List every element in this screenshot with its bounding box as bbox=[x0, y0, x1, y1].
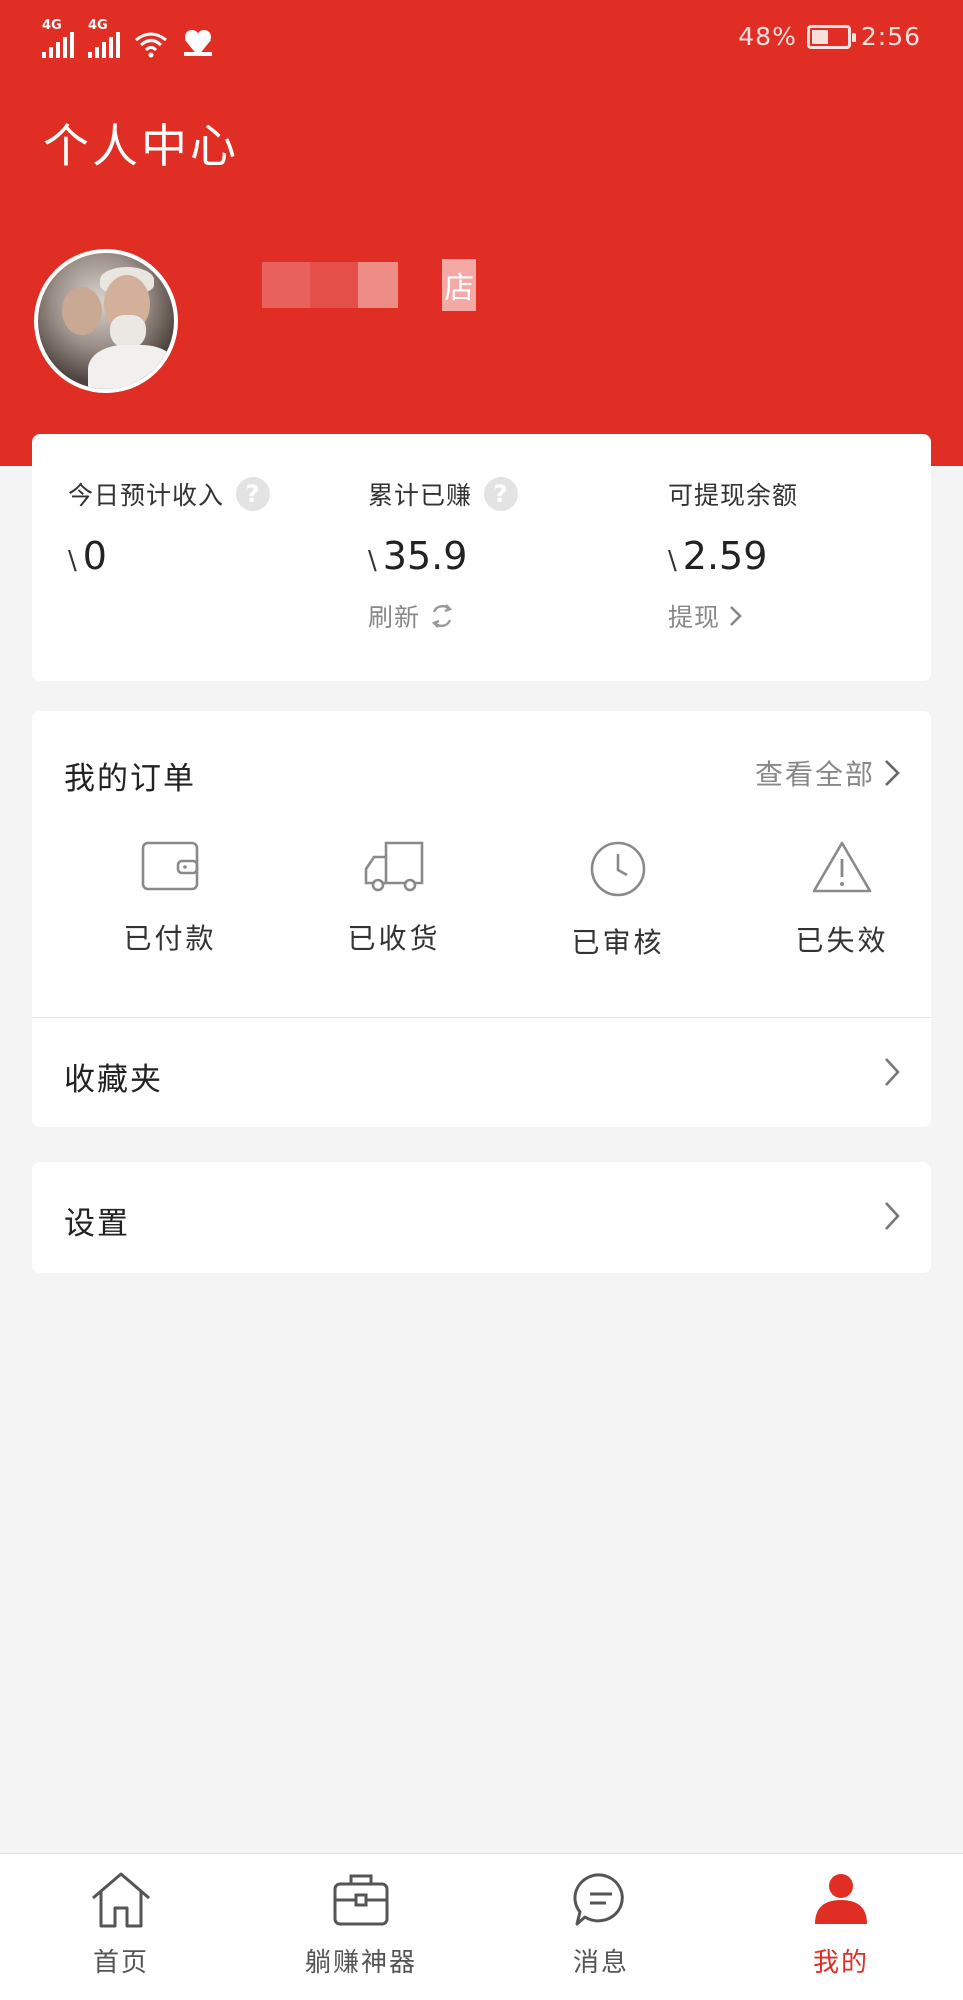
chevron-right-icon bbox=[885, 760, 900, 786]
status-icons-right: 48% 2:56 bbox=[738, 22, 921, 51]
wifi-icon bbox=[135, 32, 167, 58]
refresh-label: 刷新 bbox=[368, 603, 421, 632]
shop-name-suffix: 店 bbox=[442, 259, 476, 311]
help-icon[interactable]: ? bbox=[484, 477, 519, 511]
orders-title: 我的订单 bbox=[64, 761, 196, 797]
today-earnings: 今日预计收入 ? \ 0 bbox=[68, 476, 271, 578]
today-earnings-value: 0 bbox=[82, 534, 107, 578]
signal-icon: 4G bbox=[42, 18, 74, 58]
home-icon bbox=[92, 1872, 150, 1928]
settings-label: 设置 bbox=[64, 1206, 130, 1242]
tab-home[interactable]: 首页 bbox=[21, 1870, 221, 1979]
help-icon[interactable]: ? bbox=[236, 477, 271, 511]
tab-tools[interactable]: 躺赚神器 bbox=[261, 1870, 461, 1979]
refresh-button[interactable]: 刷新 bbox=[368, 598, 518, 634]
clock-icon bbox=[590, 841, 646, 897]
status-bar: 4G 4G 48% 2:56 bbox=[0, 0, 963, 76]
withdraw-label: 提现 bbox=[668, 603, 721, 632]
tab-profile-label: 我的 bbox=[812, 1948, 869, 1978]
truck-icon bbox=[364, 841, 424, 892]
total-earnings: 累计已赚 ? \ 35.9 刷新 bbox=[368, 476, 519, 634]
view-all-label: 查看全部 bbox=[754, 758, 875, 791]
orders-card: 我的订单 查看全部 已付款 已收货 已审核 已失效 bbox=[32, 711, 931, 1017]
tab-home-label: 首页 bbox=[92, 1948, 149, 1978]
favorites-row[interactable]: 收藏夹 bbox=[32, 1017, 931, 1127]
status-icons-left: 4G 4G bbox=[42, 18, 214, 58]
favorites-label: 收藏夹 bbox=[64, 1062, 163, 1098]
total-earnings-label: 累计已赚 bbox=[368, 481, 473, 510]
tab-messages-label: 消息 bbox=[572, 1948, 629, 1978]
currency-symbol: \ bbox=[368, 546, 377, 576]
network-type-label: 4G bbox=[42, 18, 62, 33]
chevron-right-icon bbox=[885, 1202, 900, 1230]
redacted-text bbox=[358, 262, 398, 308]
bottom-tab-bar: 首页 躺赚神器 消息 我的 bbox=[0, 1853, 963, 2000]
total-earnings-value: 35.9 bbox=[382, 534, 468, 578]
earnings-card: 今日预计收入 ? \ 0 累计已赚 ? \ 35.9 刷新 可提现余额 \ 2.… bbox=[32, 434, 931, 681]
clock-time: 2:56 bbox=[860, 22, 921, 51]
warning-icon bbox=[812, 841, 872, 893]
today-earnings-label: 今日预计收入 bbox=[68, 481, 225, 510]
currency-symbol: \ bbox=[68, 546, 77, 576]
tab-messages[interactable]: 消息 bbox=[501, 1870, 701, 1979]
battery-level bbox=[811, 29, 828, 44]
wallet-icon bbox=[141, 841, 199, 891]
withdraw-button[interactable]: 提现 bbox=[668, 598, 798, 634]
network-type-label-2: 4G bbox=[88, 18, 108, 33]
currency-symbol: \ bbox=[668, 546, 677, 576]
chevron-right-icon bbox=[730, 606, 742, 626]
balance-value: 2.59 bbox=[682, 534, 768, 578]
shop-name: 店 bbox=[262, 259, 476, 311]
withdrawable-balance: 可提现余额 \ 2.59 提现 bbox=[668, 476, 798, 634]
settings-row[interactable]: 设置 bbox=[32, 1162, 931, 1273]
order-received-label: 已收货 bbox=[347, 922, 441, 955]
order-received[interactable]: 已收货 bbox=[304, 839, 484, 957]
page-title: 个人中心 bbox=[43, 119, 239, 173]
order-paid-label: 已付款 bbox=[123, 922, 217, 955]
app-notification-icon bbox=[184, 30, 212, 56]
view-all-orders-button[interactable]: 查看全部 bbox=[755, 753, 901, 793]
order-reviewed[interactable]: 已审核 bbox=[528, 839, 708, 961]
redacted-text bbox=[310, 262, 358, 308]
refresh-icon bbox=[431, 604, 453, 628]
redacted-text bbox=[262, 262, 310, 308]
order-reviewed-label: 已审核 bbox=[571, 926, 665, 959]
tab-profile[interactable]: 我的 bbox=[741, 1870, 941, 1979]
avatar[interactable] bbox=[34, 249, 178, 393]
signal-icon-2: 4G bbox=[88, 18, 120, 58]
briefcase-icon bbox=[333, 1874, 389, 1926]
battery-icon bbox=[806, 24, 856, 49]
balance-label: 可提现余额 bbox=[668, 481, 799, 510]
order-paid[interactable]: 已付款 bbox=[80, 839, 260, 957]
order-expired[interactable]: 已失效 bbox=[752, 839, 932, 959]
user-icon bbox=[815, 1874, 867, 1924]
tab-tools-label: 躺赚神器 bbox=[304, 1948, 417, 1978]
chevron-right-icon bbox=[885, 1058, 900, 1086]
message-icon bbox=[573, 1873, 624, 1926]
battery-percent: 48% bbox=[738, 22, 797, 51]
order-expired-label: 已失效 bbox=[795, 924, 889, 957]
